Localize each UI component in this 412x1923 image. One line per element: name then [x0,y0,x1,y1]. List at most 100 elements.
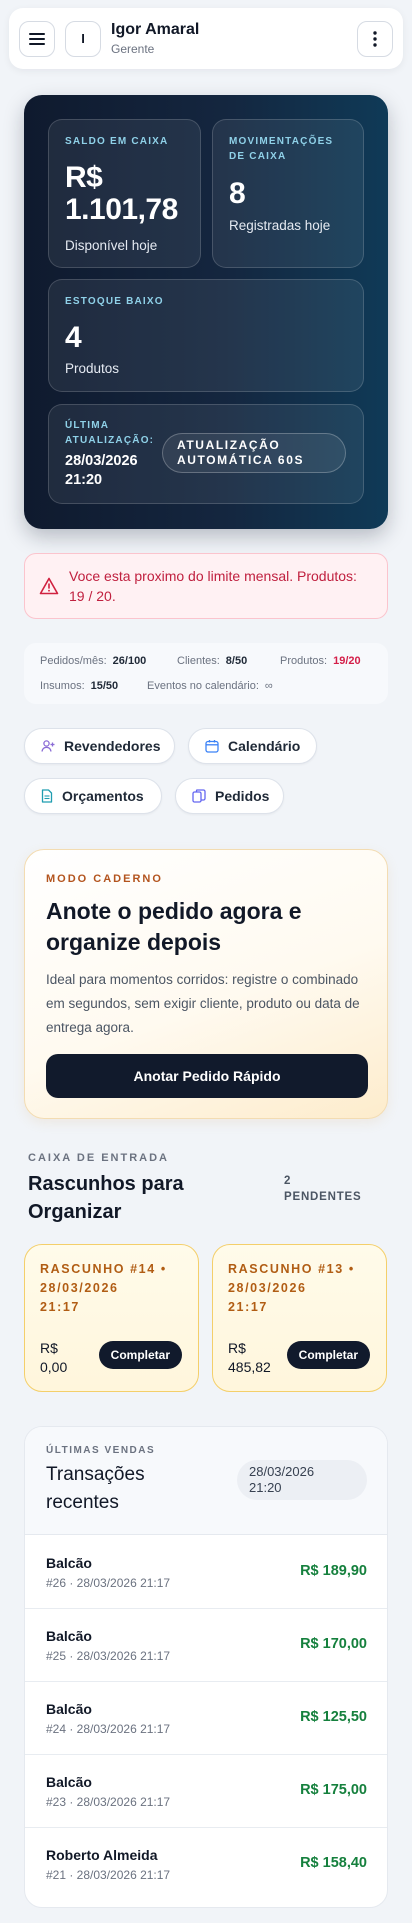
avatar[interactable]: I [65,20,101,57]
limit-events-label: Eventos no calendário: [147,680,259,692]
calendar-button[interactable]: Calendário [188,728,317,764]
low-stock-card: ESTOQUE BAIXO 4 Produtos [48,279,364,392]
sale-amount: R$ 158,40 [300,1855,367,1871]
user-role: Gerente [111,42,155,56]
sale-meta: #24 · 28/03/2026 21:17 [46,1722,171,1736]
draft-header: RASCUNHO #14 • 28/03/2026 21:17 [40,1260,190,1317]
last-update-time: 21:20 [65,472,103,488]
sale-meta: #21 · 28/03/2026 21:17 [46,1868,171,1882]
recent-sales-header: ÚLTIMAS VENDAS Transações recentes 28/03… [25,1427,387,1535]
draft-price: R$ 485,82 [228,1339,271,1377]
user-info: Igor Amaral Gerente [111,21,357,56]
pending-count-number: 2 [284,1175,292,1187]
cash-balance-sub: Disponível hoje [65,238,158,253]
sale-row[interactable]: Balcão #24 · 28/03/2026 21:17 R$ 125,50 [25,1682,387,1755]
cash-dashboard: SALDO EM CAIXA R$ 1.101,78 Disponível ho… [24,95,388,529]
limit-clients-label: Clientes: [177,655,220,667]
limit-alert-text: Voce esta proximo do limite mensal. Prod… [69,568,357,604]
low-stock-sub: Produtos [65,361,120,376]
draft-time: 21:17 [40,1300,80,1314]
sale-row[interactable]: Balcão #26 · 28/03/2026 21:17 R$ 189,90 [25,1536,387,1609]
orders-button[interactable]: Pedidos [175,778,284,814]
more-options-button[interactable] [357,20,393,57]
sale-customer: Balcão [46,1628,92,1644]
cash-movements-label-1: MOVIMENTAÇÕES [229,136,334,147]
sale-row[interactable]: Roberto Almeida #21 · 28/03/2026 21:17 R… [25,1828,387,1901]
sale-meta: #23 · 28/03/2026 21:17 [46,1795,171,1809]
limit-events: Eventos no calendário: ∞ [147,680,273,692]
cash-movements-sub: Registradas hoje [229,218,331,233]
pending-count: 2 PENDENTES [284,1173,374,1205]
sale-amount: R$ 125,50 [300,1709,367,1725]
recent-sales-kicker: ÚLTIMAS VENDAS [46,1445,156,1456]
quick-order-button[interactable]: Anotar Pedido Rápido [46,1054,368,1098]
draft-header: RASCUNHO #13 • 28/03/2026 21:17 [228,1260,378,1317]
limit-events-value: ∞ [264,680,273,692]
notebook-title: Anote o pedido agora e organize depois [46,898,302,955]
user-name: Igor Amaral [111,21,200,38]
sale-amount: R$ 170,00 [300,1636,367,1652]
complete-draft-button[interactable]: Completar [98,1341,182,1369]
recent-sales-card: ÚLTIMAS VENDAS Transações recentes 28/03… [24,1426,388,1908]
quotes-button[interactable]: Orçamentos [24,778,162,814]
calendar-icon [205,740,219,753]
sale-row[interactable]: Balcão #25 · 28/03/2026 21:17 R$ 170,00 [25,1609,387,1682]
sale-row[interactable]: Balcão #23 · 28/03/2026 21:17 R$ 175,00 [25,1755,387,1828]
copy-documents-icon [192,789,206,803]
inbox-kicker: CAIXA DE ENTRADA [28,1152,169,1164]
draft-card[interactable]: RASCUNHO #13 • 28/03/2026 21:17 R$ 485,8… [212,1244,387,1392]
draft-currency: R$ [40,1340,58,1356]
limit-products: Produtos: 19/20 [280,655,361,667]
last-update-label-2: ATUALIZAÇÃO: [65,435,155,446]
auto-update-line-2: AUTOMÁTICA 60S [177,453,305,467]
complete-draft-button[interactable]: Completar [286,1341,370,1369]
menu-button[interactable] [19,20,55,57]
draft-time: 21:17 [228,1300,268,1314]
draft-currency: R$ [228,1340,246,1356]
hamburger-icon [29,32,45,45]
recent-sales-title: Transações recentes [46,1464,145,1513]
limit-alert: Voce esta proximo do limite mensal. Prod… [24,553,388,619]
sale-customer: Balcão [46,1701,92,1717]
limit-clients-value: 8/50 [225,655,248,667]
inbox-title: Rascunhos para Organizar [28,1173,184,1223]
recent-sales-time: 21:20 [249,1480,282,1495]
limit-supplies-label: Insumos: [40,680,85,692]
limit-products-value: 19/20 [333,655,361,667]
cash-movements-label-2: DE CAIXA [229,151,287,162]
draft-card[interactable]: RASCUNHO #14 • 28/03/2026 21:17 R$ 0,00 … [24,1244,199,1392]
resellers-button[interactable]: Revendedores [24,728,175,764]
cash-movements-card: MOVIMENTAÇÕES DE CAIXA 8 Registradas hoj… [212,119,364,268]
draft-date: 28/03/2026 [228,1281,307,1295]
warning-icon [39,577,59,595]
last-update-date: 28/03/2026 [65,453,138,469]
limit-orders-value: 26/100 [112,655,147,667]
sale-amount: R$ 175,00 [300,1782,367,1798]
auto-update-line-1: ATUALIZAÇÃO [177,438,281,452]
draft-value: 0,00 [40,1359,68,1375]
document-icon [41,789,53,803]
draft-number: RASCUNHO #14 • [40,1262,167,1276]
plan-limits: Pedidos/mês: 26/100 Clientes: 8/50 Produto… [24,643,388,704]
cash-balance-card: SALDO EM CAIXA R$ 1.101,78 Disponível ho… [48,119,201,268]
last-update-label-1: ÚLTIMA [65,420,110,431]
last-update-card: ÚLTIMA ATUALIZAÇÃO: 28/03/2026 21:20 ATU… [48,404,364,504]
cash-movements-value: 8 [229,177,246,210]
draft-value: 485,82 [228,1359,271,1375]
recent-sales-date: 28/03/2026 [249,1464,315,1479]
sale-customer: Balcão [46,1555,92,1571]
limit-supplies-value: 15/50 [90,680,119,692]
sale-customer: Roberto Almeida [46,1847,158,1863]
low-stock-label: ESTOQUE BAIXO [65,296,164,307]
quotes-label: Orçamentos [62,788,144,804]
limit-orders: Pedidos/mês: 26/100 [40,655,146,667]
user-plus-icon [41,740,55,752]
cash-balance-value: 1.101,78 [65,193,178,226]
app-header: I Igor Amaral Gerente [9,8,403,69]
draft-date: 28/03/2026 [40,1281,119,1295]
limit-products-label: Produtos: [280,655,328,667]
sale-customer: Balcão [46,1774,92,1790]
resellers-label: Revendedores [64,738,161,754]
auto-update-pill[interactable]: ATUALIZAÇÃO AUTOMÁTICA 60S [162,433,346,473]
sale-meta: #25 · 28/03/2026 21:17 [46,1649,171,1663]
